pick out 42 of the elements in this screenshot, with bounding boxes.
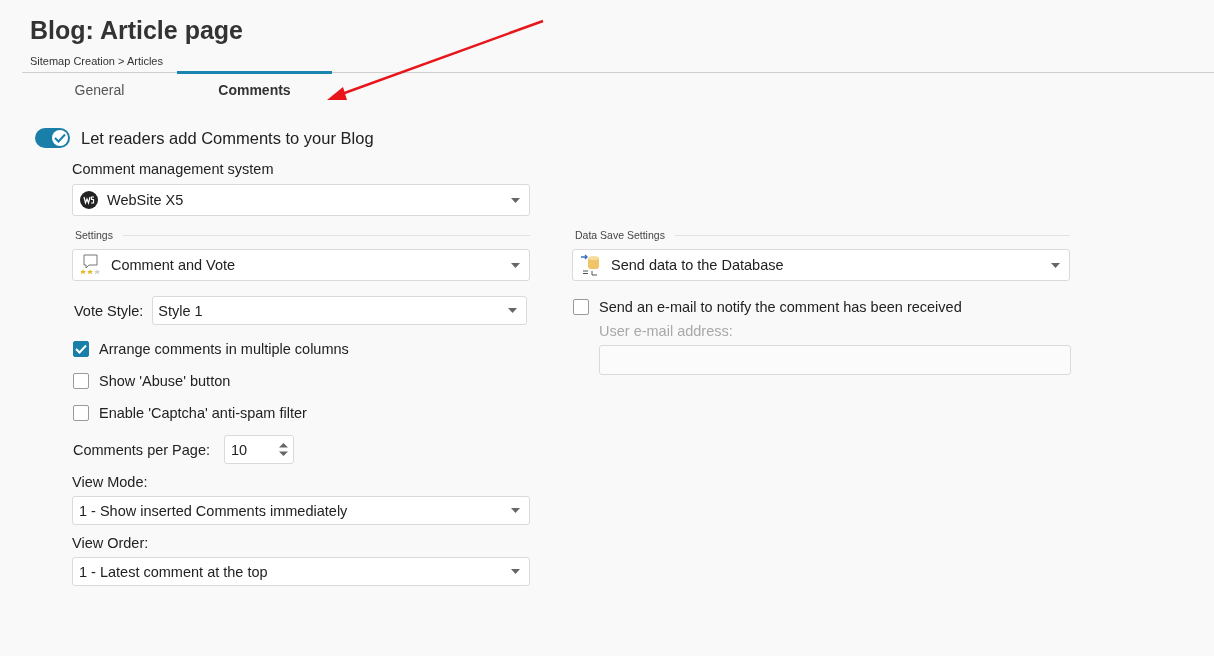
caret-icon [511, 197, 520, 203]
checkbox-label: Enable 'Captcha' anti-spam filter [99, 405, 307, 421]
checkbox[interactable] [73, 341, 89, 357]
caret-icon [511, 508, 520, 513]
tab[interactable]: General [22, 71, 177, 107]
check-icon [75, 344, 87, 354]
section-heading: Settings [74, 229, 113, 241]
caret-icon [1051, 262, 1060, 268]
checkbox[interactable] [73, 405, 89, 421]
caret-icon [508, 308, 518, 313]
check-icon [54, 133, 66, 143]
input-field[interactable] [599, 345, 1071, 375]
caret-icon [511, 569, 520, 574]
checkbox-label: Show 'Abuse' button [99, 373, 231, 389]
dropdown[interactable]: Send data to the Database [572, 249, 1070, 281]
logo-icon [80, 191, 98, 209]
dropdown[interactable]: 1 - Show inserted Comments immediately [72, 496, 530, 525]
field-label: View Order: [72, 535, 150, 551]
dropdown[interactable]: Style 1 [152, 296, 528, 325]
tab[interactable]: Comments [177, 71, 332, 107]
toggle-label: Let readers add Comments to your Blog [81, 128, 374, 148]
field-label: View Mode: [72, 474, 149, 490]
dropdown[interactable]: 1 - Latest comment at the top [72, 557, 530, 586]
field-label: User e-mail address: [599, 323, 734, 339]
checkbox[interactable] [573, 299, 589, 315]
section-heading: Data Save Settings [574, 229, 665, 241]
caret-icon [511, 262, 520, 268]
field-label: Comments per Page: [73, 441, 210, 458]
checkbox-label: Arrange comments in multiple columns [99, 341, 349, 357]
dropdown[interactable]: Comment and Vote [72, 249, 530, 281]
toggle-switch[interactable] [35, 128, 70, 148]
number-spinner[interactable]: 10 [224, 435, 294, 464]
spin-arrows-icon [279, 443, 288, 456]
comment-stars-icon [80, 254, 102, 276]
field-label: Vote Style: [74, 302, 144, 319]
checkbox[interactable] [73, 373, 89, 389]
field-label: Comment management system [72, 161, 275, 177]
page-title: Blog: Article page [30, 15, 244, 46]
dropdown[interactable]: WebSite X5 [72, 184, 530, 216]
checkbox-label: Send an e-mail to notify the comment has been received [599, 299, 962, 315]
breadcrumb: Sitemap Creation > Articles [30, 55, 164, 67]
database-icon [580, 254, 602, 276]
